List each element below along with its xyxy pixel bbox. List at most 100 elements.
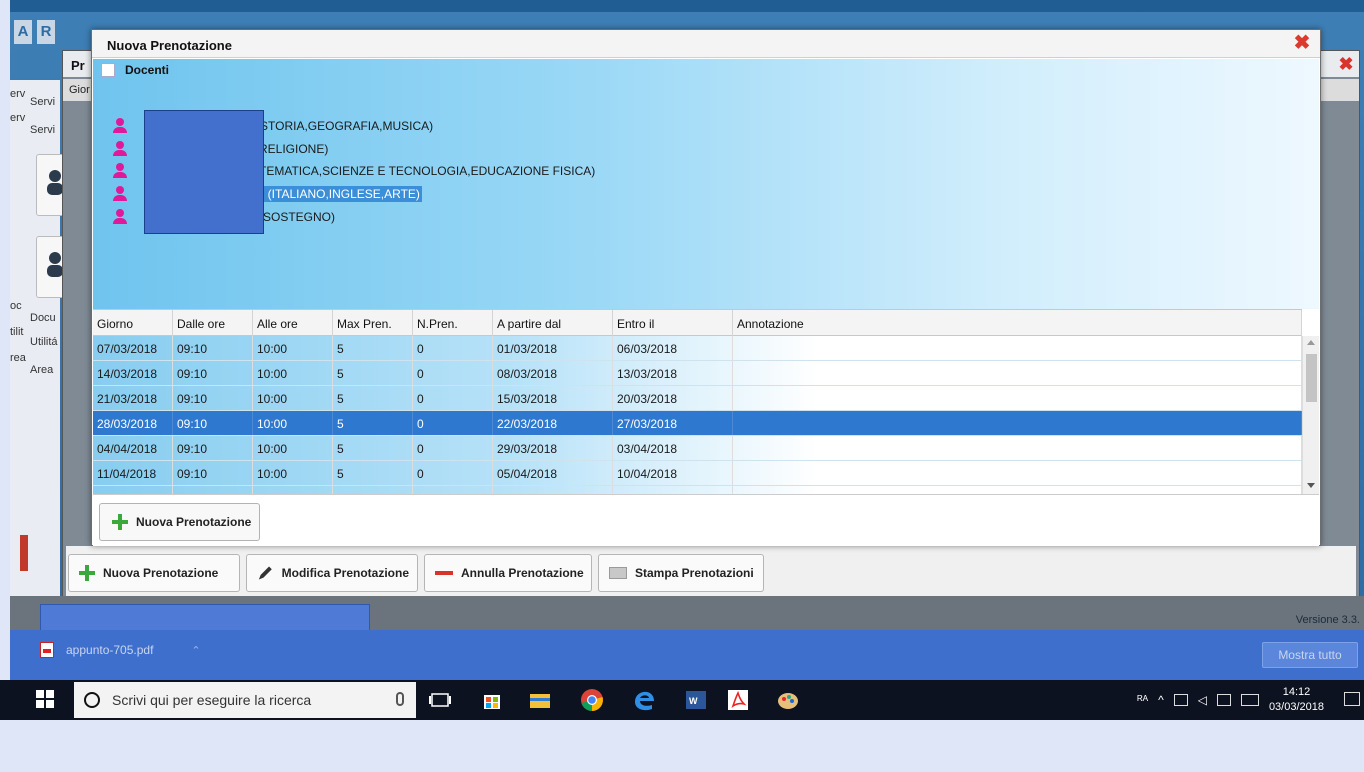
printer-icon	[609, 567, 627, 579]
sidebar-fragment: oc	[10, 300, 22, 312]
column-header[interactable]: Annotazione	[733, 310, 1302, 336]
cancel-booking-button[interactable]: Annulla Prenotazione	[424, 554, 592, 592]
table-row-selected[interactable]: 28/03/2018 09:10 10:00 5 0 22/03/2018 27/03/20…	[93, 411, 1302, 436]
store-icon[interactable]	[480, 688, 504, 712]
background-sidebar: erv Servi erv Servi oc Docu tilit Utilit…	[10, 80, 76, 620]
people-icon[interactable]: ᴿᴬ	[1137, 693, 1148, 707]
logo-letter: A	[14, 20, 32, 44]
windows-start-icon[interactable]	[36, 690, 56, 710]
sidebar-fragment: rea	[10, 352, 26, 364]
table-cell: 5	[333, 336, 413, 360]
download-file-name: appunto-705.pdf	[66, 643, 154, 657]
table-cell: 22/03/2018	[493, 411, 613, 435]
column-header[interactable]: Alle ore	[253, 310, 333, 336]
keyboard-icon[interactable]	[1240, 694, 1259, 706]
table-cell: 06/03/2018	[613, 336, 733, 360]
sidebar-fragment: tilit	[10, 326, 24, 338]
scroll-thumb[interactable]	[1306, 354, 1317, 402]
table-cell: 5	[333, 361, 413, 385]
grid-scrollbar[interactable]	[1302, 336, 1319, 494]
sidebar-fragment: erv	[10, 88, 26, 100]
network-icon[interactable]	[1173, 694, 1188, 706]
edge-icon[interactable]	[632, 688, 656, 712]
column-header[interactable]: Giorno	[93, 310, 173, 336]
pdf-file-icon	[40, 642, 54, 658]
table-cell: 10:00	[253, 386, 333, 410]
table-cell: 5	[333, 486, 413, 494]
table-cell: 08/03/2018	[493, 361, 613, 385]
column-header[interactable]: Dalle ore	[173, 310, 253, 336]
dialog-title-bar: Nuova Prenotazione ✖	[92, 30, 1320, 58]
chevron-up-icon[interactable]: ⌃	[191, 644, 200, 657]
paint-icon[interactable]	[776, 688, 800, 712]
table-cell: 11/04/2018	[93, 461, 173, 485]
taskbar-search-placeholder: Scrivi qui per eseguire la ricerca	[112, 692, 312, 708]
word-icon[interactable]: W	[684, 688, 708, 712]
battery-icon[interactable]	[1216, 694, 1231, 706]
table-cell: 5	[333, 461, 413, 485]
scroll-down-icon[interactable]	[1307, 483, 1315, 488]
table-cell: 28/03/2018	[93, 411, 173, 435]
new-booking-button[interactable]: Nuova Prenotazione	[68, 554, 240, 592]
taskbar-clock[interactable]: 14:12 03/03/2018	[1269, 685, 1324, 715]
tree-root[interactable]: Docenti	[101, 63, 169, 77]
pencil-icon	[258, 566, 272, 580]
column-header[interactable]: Entro il	[613, 310, 733, 336]
table-cell: 13/03/2018	[613, 361, 733, 385]
table-row[interactable]: 07/03/2018 09:10 10:00 5 0 01/03/2018 06/03/20…	[93, 336, 1302, 361]
table-row[interactable]: 11/04/2018 09:10 10:00 5 0 05/04/2018 10/04/20…	[93, 461, 1302, 486]
scroll-up-icon[interactable]	[1307, 340, 1315, 345]
table-cell: 09:10	[173, 486, 253, 494]
sidebar-item-servizi[interactable]: Servi	[30, 96, 55, 108]
table-cell: 09:10	[173, 436, 253, 460]
table-cell: 20/03/2018	[613, 386, 733, 410]
sidebar-item-documenti[interactable]: Docu	[30, 312, 56, 324]
volume-icon[interactable]: ◁	[1198, 693, 1207, 707]
table-cell: 5	[333, 386, 413, 410]
print-bookings-label: Stampa Prenotazioni	[635, 566, 754, 580]
microphone-icon[interactable]	[396, 692, 404, 706]
table-row[interactable]: 14/03/2018 09:10 10:00 5 0 08/03/2018 13/03/20…	[93, 361, 1302, 386]
show-all-downloads-button[interactable]: Mostra tutto	[1262, 642, 1358, 668]
close-icon[interactable]: ✖	[1337, 55, 1355, 73]
table-cell: 0	[413, 411, 493, 435]
table-cell: 09:10	[173, 336, 253, 360]
tree-teacher-label: (STORIA,GEOGRAFIA,MUSICA)	[256, 119, 434, 133]
column-header[interactable]: N.Pren.	[413, 310, 493, 336]
table-row[interactable]: 18/04/201809:1010:005012/04/201817/04/20…	[93, 486, 1302, 494]
table-cell: 21/03/2018	[93, 386, 173, 410]
table-row[interactable]: 21/03/2018 09:10 10:00 5 0 15/03/2018 20/03/20…	[93, 386, 1302, 411]
edit-booking-button[interactable]: Modifica Prenotazione	[246, 554, 418, 592]
slots-grid: Giorno Dalle ore Alle ore Max Pren. N.Pr…	[93, 309, 1319, 494]
background-top-bar	[10, 0, 1364, 12]
new-booking-button[interactable]: Nuova Prenotazione	[99, 503, 261, 541]
action-center-icon[interactable]	[1344, 692, 1360, 706]
column-header[interactable]: A partire dal	[493, 310, 613, 336]
print-bookings-button[interactable]: Stampa Prenotazioni	[598, 554, 764, 592]
column-header[interactable]: Max Pren.	[333, 310, 413, 336]
table-cell	[733, 411, 1302, 435]
chevron-up-icon[interactable]: ^	[1158, 693, 1164, 707]
close-icon[interactable]: ✖	[1292, 32, 1312, 54]
table-row[interactable]: 04/04/2018 09:10 10:00 5 0 29/03/2018 03/04/20…	[93, 436, 1302, 461]
acrobat-icon[interactable]	[726, 688, 750, 712]
table-cell: 09:10	[173, 461, 253, 485]
taskbar-search-box[interactable]: Scrivi qui per eseguire la ricerca	[74, 682, 416, 718]
table-cell: 10/04/2018	[613, 461, 733, 485]
table-cell	[733, 461, 1302, 485]
chrome-icon[interactable]	[580, 688, 604, 712]
sidebar-item-utilita[interactable]: Utilitá	[30, 336, 58, 348]
table-cell: 5	[333, 411, 413, 435]
file-explorer-icon[interactable]	[528, 688, 552, 712]
clock-time: 14:12	[1282, 686, 1311, 698]
sidebar-item-servizi-2[interactable]: Servi	[30, 124, 55, 136]
sidebar-item-area[interactable]: Area	[30, 364, 53, 376]
dialog-footer: Nuova Prenotazione	[93, 494, 1319, 546]
tree-teacher-label: , (ITALIANO,INGLESE,ARTE)	[259, 186, 422, 202]
task-view-icon[interactable]	[428, 688, 452, 712]
table-cell: 17/04/2018	[613, 486, 733, 494]
table-cell: 10:00	[253, 336, 333, 360]
minus-icon	[435, 571, 453, 575]
download-item[interactable]: appunto-705.pdf ⌃	[40, 642, 201, 658]
tree-teacher-label: TEMATICA,SCIENZE E TECNOLOGIA,EDUCAZIONE…	[259, 164, 596, 178]
